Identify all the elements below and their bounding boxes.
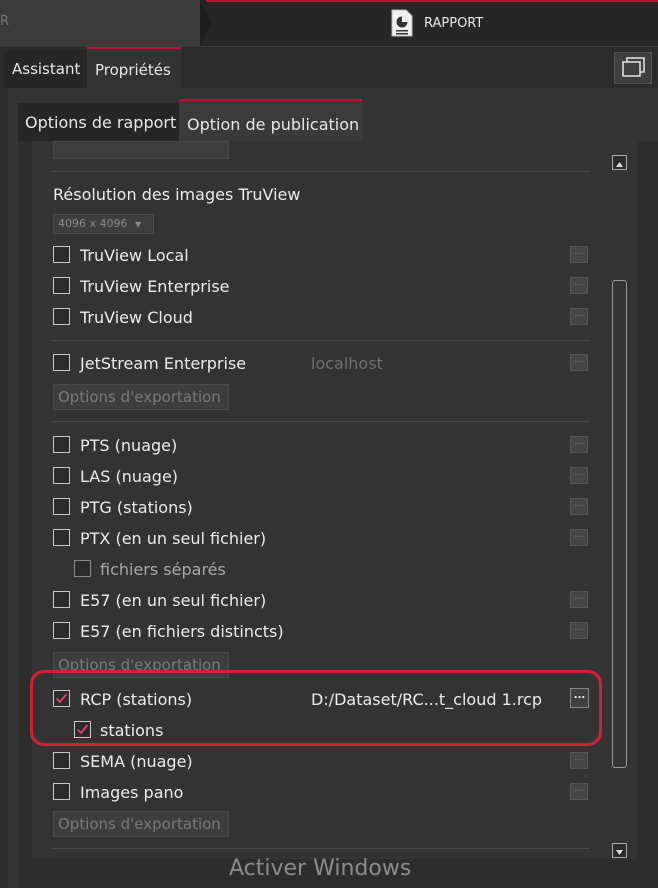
ptx-separate-files-checkbox[interactable] <box>74 560 91 577</box>
jetstream-server-field[interactable]: localhost <box>311 354 383 373</box>
las-browse-button[interactable]: ... <box>570 467 588 484</box>
ptx-browse-button[interactable]: ... <box>570 529 588 546</box>
jetstream-label: JetStream Enterprise <box>80 354 247 373</box>
arrow-down-icon <box>616 850 623 855</box>
ptx-label: PTX (en un seul fichier) <box>80 529 267 548</box>
e57-single-browse-button[interactable]: ... <box>570 591 588 608</box>
scroll-down-button[interactable] <box>612 843 627 858</box>
divider <box>52 340 590 341</box>
truview-local-checkbox[interactable] <box>53 246 70 263</box>
divider <box>52 848 590 849</box>
breadcrumb-previous[interactable] <box>0 0 200 46</box>
images-pano-browse-button[interactable]: ... <box>570 783 588 800</box>
e57-distinct-browse-button[interactable]: ... <box>570 622 588 639</box>
ptx-separate-files-label: fichiers séparés <box>100 560 226 579</box>
ptg-label: PTG (stations) <box>80 498 193 517</box>
ptg-checkbox[interactable] <box>53 498 70 515</box>
window-icon <box>622 57 645 77</box>
e57-distinct-label: E57 (en fichiers distincts) <box>80 622 284 641</box>
pts-browse-button[interactable]: ... <box>570 436 588 453</box>
divider <box>52 421 590 422</box>
ptx-checkbox[interactable] <box>53 529 70 546</box>
window-toggle-button[interactable] <box>614 52 652 84</box>
divider <box>52 171 590 172</box>
jetstream-browse-button[interactable]: ... <box>570 354 588 371</box>
images-pano-label: Images pano <box>80 783 184 802</box>
pts-checkbox[interactable] <box>53 436 70 453</box>
sema-checkbox[interactable] <box>53 752 70 769</box>
e57-single-checkbox[interactable] <box>53 591 70 608</box>
truview-local-browse-button[interactable]: ... <box>570 246 588 263</box>
truview-resolution-select[interactable]: 4096 x 4096 ▼ <box>53 214 154 234</box>
tab-options-rapport[interactable]: Options de rapport <box>18 103 179 141</box>
report-icon <box>391 9 413 37</box>
truview-cloud-checkbox[interactable] <box>53 308 70 325</box>
jetstream-checkbox[interactable] <box>53 354 70 371</box>
truview-enterprise-checkbox[interactable] <box>53 277 70 294</box>
tab-assistant[interactable]: Assistant <box>4 50 88 88</box>
images-pano-checkbox[interactable] <box>53 783 70 800</box>
e57-single-label: E57 (en un seul fichier) <box>80 591 267 610</box>
tab-option-publication[interactable]: Option de publication <box>179 99 362 141</box>
breadcrumb-accent-line <box>206 0 658 2</box>
truview-cloud-label: TruView Cloud <box>80 308 193 327</box>
breadcrumb-active-label: RAPPORT <box>424 16 484 31</box>
truview-resolution-label: Résolution des images TruView <box>53 185 301 204</box>
scroll-up-button[interactable] <box>612 155 627 170</box>
export-options-button-top[interactable] <box>53 141 229 159</box>
sema-label: SEMA (nuage) <box>80 752 193 771</box>
truview-enterprise-label: TruView Enterprise <box>80 277 230 296</box>
tab-proprietes[interactable]: Propriétés <box>87 47 181 88</box>
sema-browse-button[interactable]: ... <box>570 752 588 769</box>
truview-local-label: TruView Local <box>80 246 189 265</box>
activation-watermark: Activer Windows <box>229 856 412 881</box>
ptg-browse-button[interactable]: ... <box>570 498 588 515</box>
truview-enterprise-browse-button[interactable]: ... <box>570 277 588 294</box>
truview-resolution-value: 4096 x 4096 <box>58 217 128 230</box>
jetstream-export-options-button[interactable]: Options d'exportation <box>53 384 229 410</box>
breadcrumb-previous-label: R <box>0 14 10 29</box>
pts-label: PTS (nuage) <box>80 436 178 455</box>
las-checkbox[interactable] <box>53 467 70 484</box>
las-label: LAS (nuage) <box>80 467 179 486</box>
arrow-up-icon <box>616 162 623 167</box>
chevron-down-icon: ▼ <box>135 220 142 229</box>
others-export-options-button[interactable]: Options d'exportation <box>53 811 229 837</box>
scrollbar-thumb[interactable] <box>612 280 627 768</box>
truview-cloud-browse-button[interactable]: ... <box>570 308 588 325</box>
e57-distinct-checkbox[interactable] <box>53 622 70 639</box>
rcp-highlight-annotation <box>30 670 602 746</box>
